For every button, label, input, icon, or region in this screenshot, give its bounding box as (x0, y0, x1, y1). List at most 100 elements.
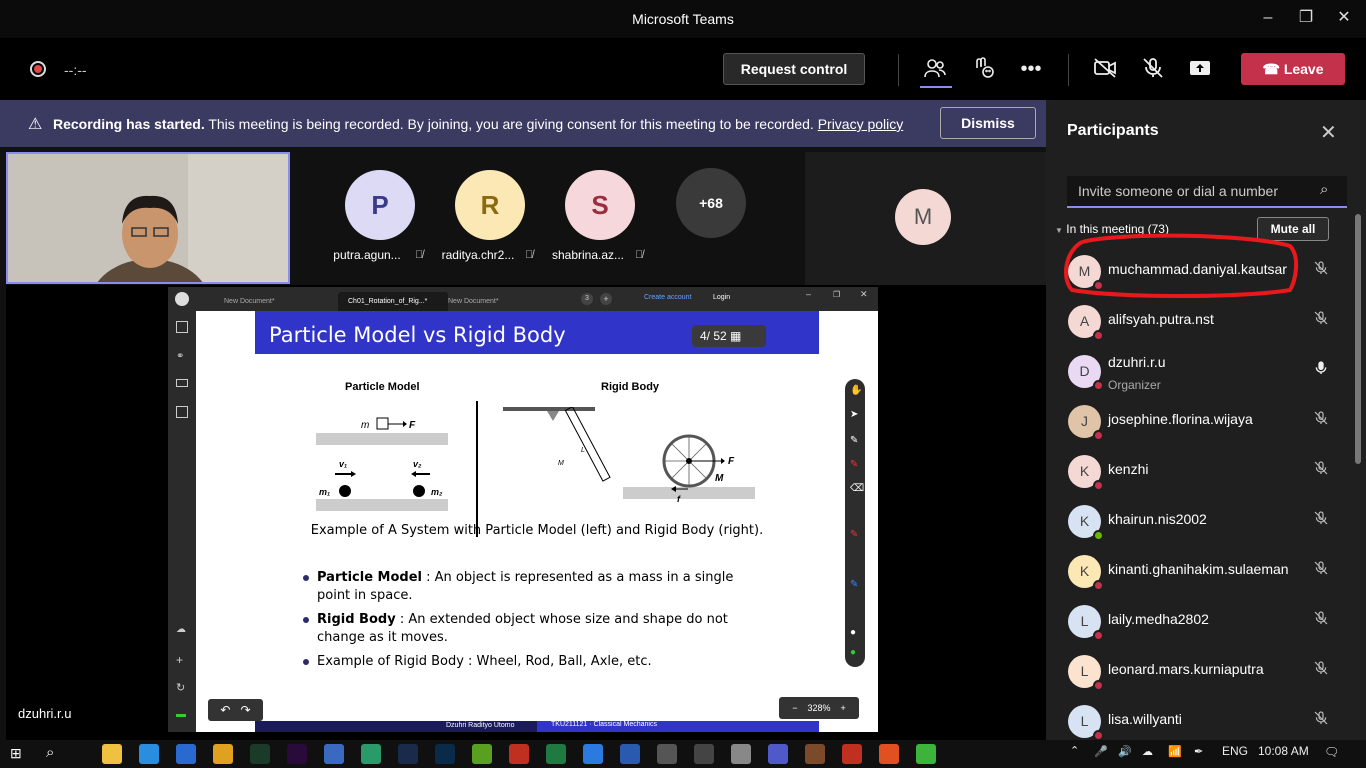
camera-off-icon[interactable] (1092, 56, 1118, 82)
participant-tile[interactable]: M (805, 152, 1046, 285)
browser-tab[interactable]: New Document* (438, 292, 548, 311)
participant-tile-avatar[interactable]: S (565, 170, 635, 240)
mic-off-icon[interactable] (1140, 56, 1166, 82)
minimize-icon[interactable]: – (1258, 8, 1278, 28)
app-icon[interactable] (805, 744, 825, 764)
participant-row[interactable]: Aalifsyah.putra.nst (1050, 297, 1350, 347)
binoculars-icon[interactable]: ⚭ (176, 351, 184, 362)
premiere-icon[interactable] (287, 744, 307, 764)
maximize-icon[interactable]: ❐ (1296, 8, 1316, 28)
reactions-icon[interactable] (970, 56, 996, 82)
clock[interactable]: 10:08 AM (1258, 744, 1309, 758)
mic-on-icon[interactable] (1313, 359, 1329, 382)
pen-icon[interactable]: ✒ (1194, 745, 1203, 758)
app-icon[interactable] (842, 744, 862, 764)
participant-row[interactable]: Kkenzhi (1050, 447, 1350, 497)
excel-icon[interactable] (546, 744, 566, 764)
chevron-up-icon[interactable]: ⌃ (1070, 744, 1079, 757)
participants-icon[interactable] (922, 56, 948, 82)
lightroom-icon[interactable] (398, 744, 418, 764)
file-explorer-icon[interactable] (102, 744, 122, 764)
participant-row[interactable]: Kkhairun.nis2002 (1050, 497, 1350, 547)
notification-icon[interactable]: 🗨 (1324, 745, 1339, 759)
save-icon[interactable] (176, 406, 188, 418)
app-icon[interactable] (361, 744, 381, 764)
privacy-policy-link[interactable]: Privacy policy (818, 116, 904, 132)
search-icon[interactable]: ⌕ (46, 744, 54, 761)
close-icon[interactable]: ✕ (1334, 8, 1354, 28)
eraser-icon[interactable]: ⌫ (850, 483, 864, 494)
onedrive-icon[interactable]: ☁ (1142, 745, 1153, 758)
cloud-icon[interactable]: ☁ (176, 624, 186, 635)
volume-icon[interactable]: 🔊 (1118, 745, 1132, 758)
new-tab-icon[interactable]: + (600, 293, 612, 305)
leave-button[interactable]: ☎ Leave (1241, 53, 1345, 85)
browser-tab-active[interactable]: Ch01_Rotation_of_Rig...* (338, 292, 448, 311)
store-icon[interactable] (176, 744, 196, 764)
chrome-icon[interactable] (213, 744, 233, 764)
wifi-icon[interactable]: 📶 (1168, 745, 1182, 758)
app-icon[interactable] (879, 744, 899, 764)
login-link[interactable]: Login (713, 294, 730, 301)
mic-off-icon[interactable] (1313, 709, 1329, 732)
close-icon[interactable]: ✕ (860, 289, 868, 300)
participant-row[interactable]: Llaily.medha2802 (1050, 597, 1350, 647)
redo-icon[interactable]: ↷ (241, 703, 251, 717)
mic-off-icon[interactable] (1313, 309, 1329, 332)
edge-icon[interactable] (139, 744, 159, 764)
mic-off-icon[interactable] (1313, 609, 1329, 632)
browser-tab[interactable]: New Document* (214, 292, 324, 311)
scrollbar[interactable] (1355, 214, 1361, 464)
refresh-icon[interactable]: ↻ (176, 681, 185, 694)
minimize-icon[interactable]: – (806, 289, 811, 299)
more-icon[interactable]: ••• (1018, 56, 1044, 82)
windows-start-icon[interactable]: ⊞ (10, 745, 22, 762)
zoom-out-icon[interactable]: − (792, 703, 797, 713)
dismiss-button[interactable]: Dismiss (940, 107, 1036, 139)
participant-row[interactable]: Kkinanti.ghanihakim.sulaeman (1050, 547, 1350, 597)
circle-icon[interactable]: ● (850, 627, 856, 638)
close-icon[interactable]: ✕ (1320, 120, 1337, 145)
highlighter-icon[interactable]: ✎ (850, 459, 858, 470)
participant-tile-avatar[interactable]: R (455, 170, 525, 240)
mic-off-icon[interactable] (1313, 459, 1329, 482)
language-indicator[interactable]: ENG (1222, 744, 1248, 758)
tab-count[interactable]: 3 (581, 293, 593, 305)
mic-off-icon[interactable] (1313, 559, 1329, 582)
grid-view-icon[interactable]: ▦ (730, 329, 741, 343)
request-control-button[interactable]: Request control (723, 53, 865, 85)
app-icon[interactable] (509, 744, 529, 764)
participant-row[interactable]: Lleonard.mars.kurniaputra (1050, 647, 1350, 697)
audition-icon[interactable] (250, 744, 270, 764)
utorrent-icon[interactable] (472, 744, 492, 764)
create-account-link[interactable]: Create account (644, 294, 691, 301)
more-participants-badge[interactable]: +68 (676, 168, 746, 238)
page-icon[interactable] (176, 321, 188, 333)
maximize-icon[interactable]: ❐ (833, 290, 840, 299)
pen-icon[interactable]: ✎ (850, 435, 858, 446)
obs-icon[interactable] (694, 744, 714, 764)
participant-tile-avatar[interactable]: P (345, 170, 415, 240)
mic-off-icon[interactable] (1313, 509, 1329, 532)
zoom-in-icon[interactable]: + (841, 703, 846, 713)
participant-row[interactable]: Jjosephine.florina.wijaya (1050, 397, 1350, 447)
hand-icon[interactable]: ✋ (850, 385, 862, 396)
mic-off-icon[interactable] (1313, 659, 1329, 682)
page-counter[interactable]: 4/ 52 ▦ (692, 325, 766, 347)
mic-off-icon[interactable] (1313, 259, 1329, 282)
teams-icon[interactable] (768, 744, 788, 764)
keyboard-icon[interactable] (176, 379, 188, 387)
mic-off-icon[interactable] (1313, 409, 1329, 432)
green-tool-icon[interactable]: ● (850, 647, 856, 658)
word-icon[interactable] (620, 744, 640, 764)
marker-icon[interactable]: ✎ (850, 529, 858, 540)
pointer-icon[interactable]: ➤ (850, 409, 858, 420)
app-icon[interactable] (657, 744, 677, 764)
search-icon[interactable]: ⌕ (1320, 181, 1328, 198)
participant-row[interactable]: Ddzuhri.r.u Organizer (1050, 347, 1350, 397)
app-icon[interactable] (731, 744, 751, 764)
notes-icon[interactable] (324, 744, 344, 764)
marker-blue-icon[interactable]: ✎ (850, 579, 858, 590)
share-icon[interactable] (1187, 56, 1213, 82)
line-icon[interactable] (916, 744, 936, 764)
